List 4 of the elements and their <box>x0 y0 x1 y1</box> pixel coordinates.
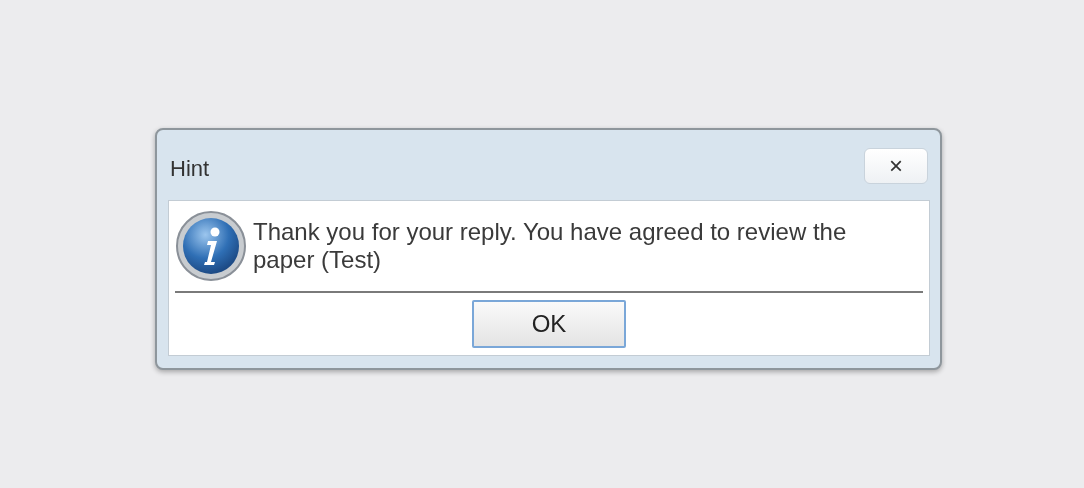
close-button[interactable]: × <box>864 148 928 184</box>
dialog-title: Hint <box>170 156 210 182</box>
ok-button[interactable]: OK <box>472 300 626 348</box>
message-text: Thank you for your reply. You have agreed to review the paper (Test) <box>253 218 848 274</box>
